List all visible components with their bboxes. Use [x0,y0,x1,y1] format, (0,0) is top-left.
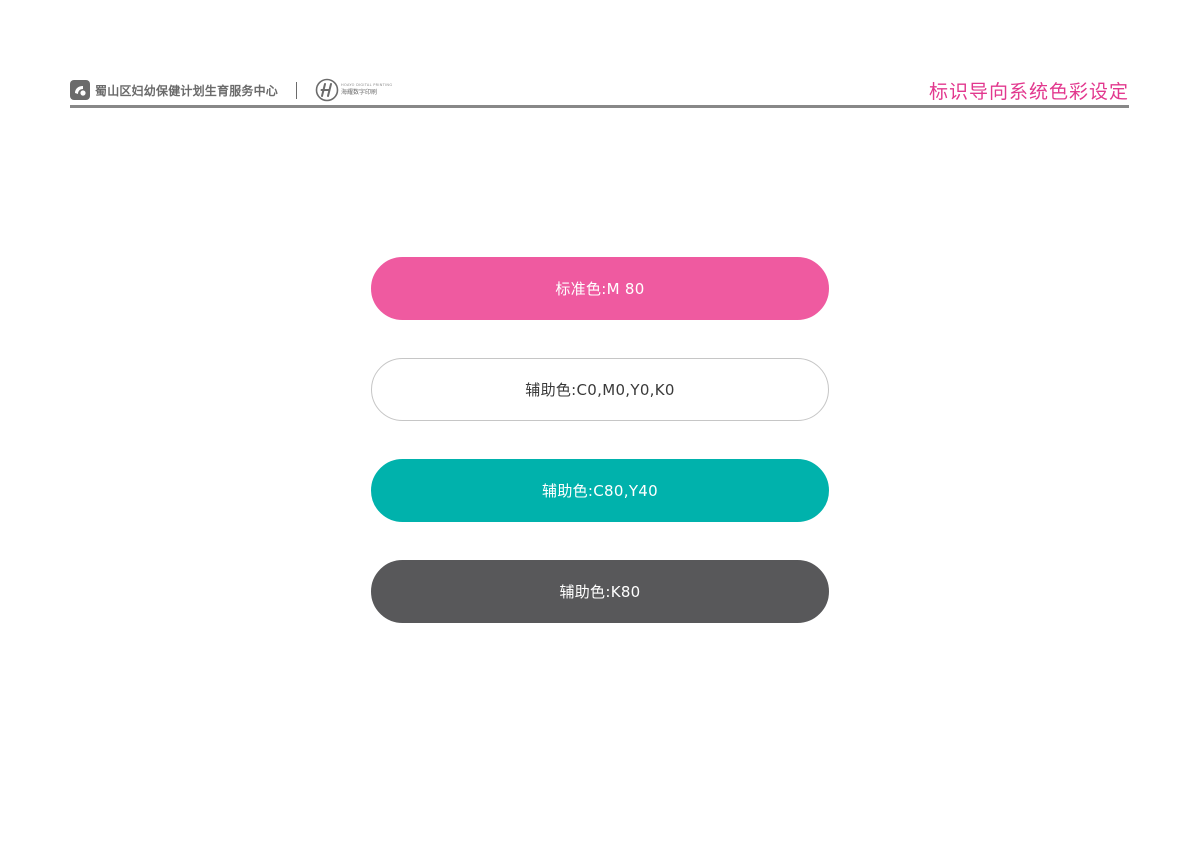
header-separator [296,81,298,99]
swatch-auxiliary-teal: 辅助色:C80,Y40 [371,459,829,522]
header-divider [70,105,1129,108]
swatch-label: 辅助色:C80,Y40 [542,482,658,500]
swatch-standard-magenta: 标准色:M 80 [371,257,829,320]
organization-logo-icon [70,80,90,100]
partner-logo: HOAYO DIGITAL PRINTING 海耀数字印刷 [315,78,392,102]
swatch-label: 标准色:M 80 [555,280,645,298]
header-branding: 蜀山区妇幼保健计划生育服务中心 HOAYO DIGITAL PRINTING 海… [70,78,392,102]
partner-logo-text: HOAYO DIGITAL PRINTING 海耀数字印刷 [341,84,392,96]
swatch-label: 辅助色:C0,M0,Y0,K0 [525,381,675,399]
partner-logo-cn: 海耀数字印刷 [341,88,378,96]
partner-logo-icon [315,78,339,102]
swatch-auxiliary-gray: 辅助色:K80 [371,560,829,623]
swatch-label: 辅助色:K80 [559,583,641,601]
swatch-auxiliary-white: 辅助色:C0,M0,Y0,K0 [371,358,829,421]
page-title: 标识导向系统色彩设定 [928,81,1129,103]
partner-logo-en: HOAYO DIGITAL PRINTING [341,83,393,88]
organization-name: 蜀山区妇幼保健计划生育服务中心 [95,83,279,98]
page-header: 蜀山区妇幼保健计划生育服务中心 HOAYO DIGITAL PRINTING 海… [70,74,1129,106]
